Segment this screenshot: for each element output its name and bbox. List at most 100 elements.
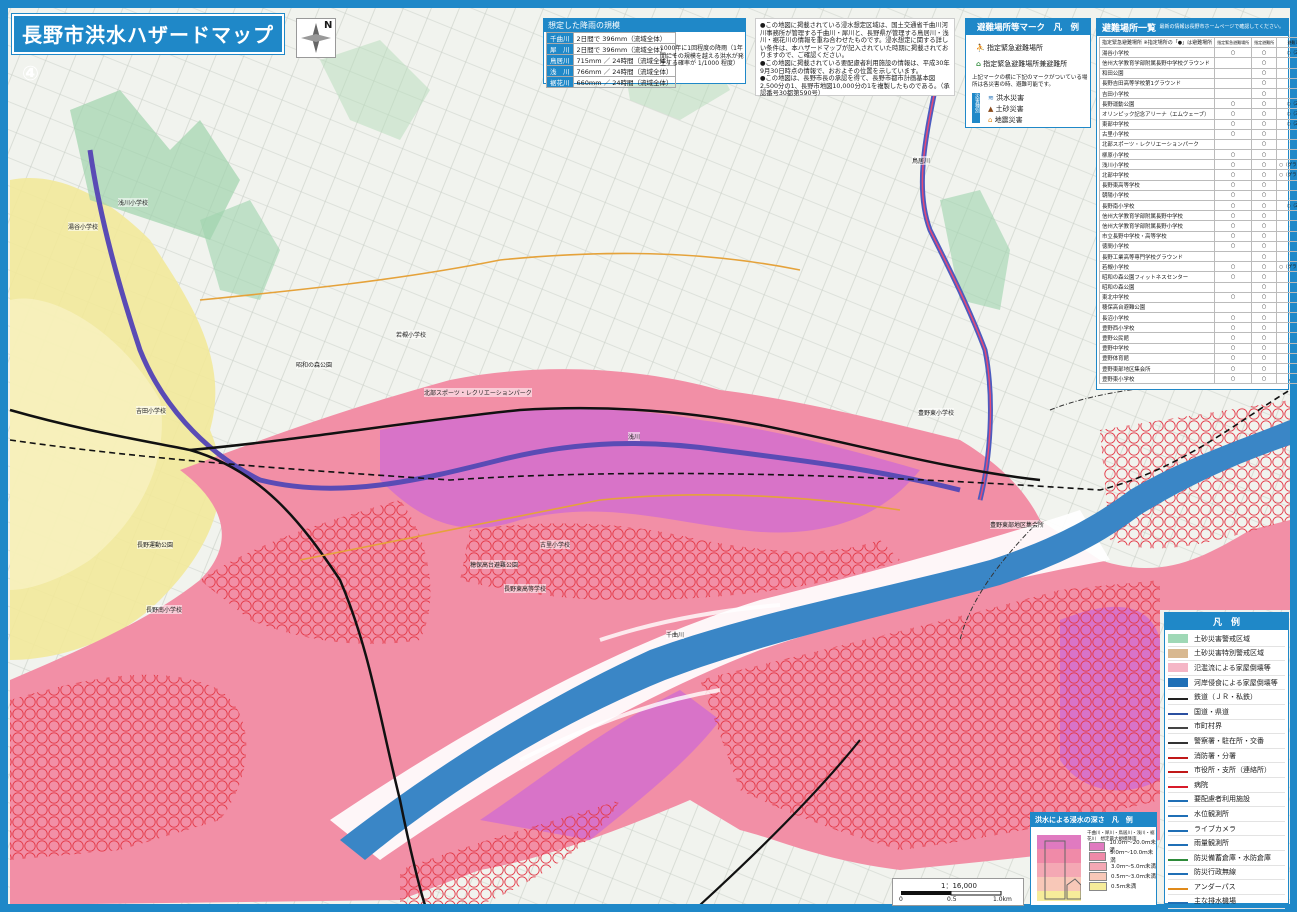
legend-item: 土砂災害特別警戒区域 — [1168, 647, 1285, 662]
table-row[interactable]: 豊野中学校 ○ ○ — [1098, 342, 1297, 354]
rainfall-note: 1000年に1回程度の降雨（1年間にその規模を越える洪水が発生する確率が 1/1… — [660, 45, 744, 67]
shelter-header-row: 指定緊急避難場所 ※指定場所の「●」は避難場所 指定緊急避難場所 指定避難所 避… — [1098, 36, 1297, 49]
table-row[interactable]: オリンピック記念アリーナ（エムウェーブ）○○○（3階以上） — [1098, 108, 1297, 120]
legend-swatch-icon — [1168, 723, 1188, 730]
label-nagano-hs[interactable]: 長野東高等学校 — [504, 584, 547, 593]
shelter-list-panel: 避難場所一覧 最新の情報は長野市ホームページで確認してください。 指定緊急避難場… — [1096, 18, 1297, 390]
disaster-flood: ≋ 洪水災害 — [988, 94, 1025, 102]
north-letter: N — [324, 20, 333, 31]
runner-icon: ⛹ — [976, 44, 985, 52]
label-asakawa-es[interactable]: 浅川小学校 — [118, 198, 149, 207]
label-yoshida[interactable]: 吉田小学校 — [136, 406, 167, 415]
scale-tick: 0 — [899, 896, 903, 903]
scale-tick: 0.5 — [947, 896, 957, 903]
legend-swatch-icon — [1168, 753, 1188, 759]
table-row[interactable]: 昭和の森公園 ○ — [1098, 281, 1297, 293]
table-row: 浅 川 766mm ／ 24時間（流域全体） — [546, 65, 677, 77]
depth-legend-heading: 洪水による浸水の深さ 凡 例 — [1031, 813, 1156, 827]
label-toriigawa: 鳥居川 — [912, 156, 931, 165]
table-row[interactable]: 豊野東小学校○○○ — [1098, 373, 1297, 385]
scale-bar: 1：16,000 0 0.5 1.0km — [892, 878, 1024, 906]
label-chikumagawa: 千曲川 — [666, 630, 685, 639]
table-row: 犀 川 2日間で 396mm（流域全体） — [546, 43, 677, 55]
disaster-earthquake: ⌂ 地震災害 — [988, 116, 1023, 124]
table-row[interactable]: 豊野体育館 ○ ○ — [1098, 352, 1297, 365]
legend-item: 防災行政無線 — [1168, 866, 1285, 881]
legend-item: 警察署・駐在所・交番 — [1168, 734, 1285, 749]
table-row[interactable]: 東北中学校 ○ ○ — [1098, 291, 1297, 303]
table-row: 鳥居川 715mm ／ 24時間（流域全体） — [546, 54, 677, 66]
legend-item: 河岸侵食による家屋倒壊等 — [1168, 676, 1285, 691]
table-row[interactable]: 信州大学教育学部附属長野小学校 ○ ○ — [1098, 220, 1297, 232]
table-row[interactable]: 昭和の森公園フィットネスセンター ○ ○ — [1098, 271, 1297, 283]
label-toyono-east[interactable]: 豊野東部地区集会所 — [990, 520, 1045, 529]
legend-list: 土砂災害警戒区域 土砂災害特別警戒区域 氾濫流による家屋倒壊等 河岸侵食による家屋倒壊… — [1165, 630, 1288, 911]
table-row: 千曲川 2日間で 396mm（流域全体） — [546, 32, 677, 44]
disaster-type-heading: 災害種別 — [972, 93, 980, 123]
label-toyono-es[interactable]: 豊野東小学校 — [918, 408, 955, 417]
evac-legend-item: ⛹ 指定緊急避難場所 — [976, 44, 1043, 52]
legend-swatch-icon — [1168, 796, 1188, 803]
legend-item: 土砂災害警戒区域 — [1168, 632, 1285, 647]
legend-swatch-icon — [1168, 738, 1188, 744]
table-row[interactable]: 古里小学校 ○ ○ — [1098, 128, 1297, 140]
table-row[interactable]: 和田公園 ○ — [1098, 67, 1297, 79]
legend-swatch-icon — [1168, 694, 1188, 701]
notes-panel: ●この地図に掲載されている浸水想定区域は、国土交通省千曲川河川事務所が管理する千… — [755, 18, 955, 97]
legend-swatch-icon — [1168, 811, 1188, 817]
shelter-house-icon: ⌂ — [976, 60, 982, 68]
table-row[interactable]: 長野吉田高等学校第1グラウンド ○ — [1098, 77, 1297, 89]
table-row[interactable]: 徳間小学校○○○ — [1098, 240, 1297, 252]
table-row[interactable]: 豊野西小学校 ○ ○ — [1098, 322, 1297, 334]
table-row[interactable]: 市立長野中学校・高等学校 ○ ○ — [1098, 230, 1297, 242]
depth-level: 0.5ｍ未満 — [1089, 881, 1156, 891]
table-row[interactable]: 北部中学校○○○（グラウンド除く） — [1098, 169, 1297, 181]
map-legend: 凡 例 土砂災害警戒区域 土砂災害特別警戒区域 氾濫流による家屋倒壊等 河岸侵食による… — [1164, 612, 1289, 910]
table-row[interactable]: 信州大学教育学部附属長野中学校 ○ ○ — [1098, 210, 1297, 222]
table-row[interactable]: 長野南小学校○○○（2階以上） — [1098, 199, 1297, 212]
table-row[interactable]: 信州大学教育学部附属長野中学校グラウンド ○ — [1098, 57, 1297, 69]
legend-item: 鉄道（ＪＲ・私鉄） — [1168, 690, 1285, 705]
table-row: 裾花川 660mm ／ 24時間（流域全体） — [546, 76, 677, 88]
label-koriyama[interactable]: 古里小学校 — [540, 540, 571, 549]
table-row[interactable]: 若槻小学校○○○（グラウンド除く） — [1098, 261, 1297, 273]
legend-swatch-icon — [1168, 678, 1188, 688]
scale-ratio: 1：16,000 — [941, 882, 977, 890]
legend-item: 病院 — [1168, 778, 1285, 793]
table-row[interactable]: 豊野東部地区集会所 ○ ○ — [1098, 362, 1297, 375]
table-row[interactable]: 長野東高等学校 ○ ○ — [1098, 179, 1297, 191]
legend-item: 要配慮者利用施設 — [1168, 793, 1285, 808]
table-row[interactable]: 長沼小学校 ○ ○ — [1098, 312, 1297, 324]
legend-item: 氾濫流による家屋倒壊等 — [1168, 661, 1285, 676]
legend-swatch-icon — [1168, 869, 1188, 876]
label-hokubu-park[interactable]: 北部スポーツ・レクリエーションパーク — [424, 388, 532, 397]
label-asakawa: 浅川 — [628, 432, 641, 441]
depth-level: 0.5ｍ〜3.0ｍ未満 — [1089, 871, 1156, 881]
table-row[interactable]: 浅川小学校○○○（グラウンド除く） — [1098, 159, 1297, 171]
label-yutani[interactable]: 湯谷小学校 — [68, 222, 99, 231]
table-row[interactable]: 豊野公民館 ○ ○ — [1098, 332, 1297, 344]
table-row[interactable]: 長野運動公園○○○（2階以上） — [1098, 98, 1297, 110]
label-undo-koen[interactable]: 長野運動公園 — [137, 540, 174, 549]
table-row[interactable]: 長野工業高等専門学校グラウンド ○ — [1098, 250, 1297, 263]
table-row[interactable]: 穂保高台避難公園 ○ — [1098, 301, 1297, 314]
label-nagano-south[interactable]: 長野南小学校 — [146, 605, 183, 614]
table-row[interactable]: 朝陽小学校 ○ ○ — [1098, 189, 1297, 202]
table-row[interactable]: 東部中学校○○○（2階以上） — [1098, 118, 1297, 130]
north-arrow: N — [296, 18, 336, 58]
rainfall-panel: 想定した降雨の規模 千曲川 2日間で 396mm（流域全体） 犀 川 2日間で 39… — [543, 18, 746, 88]
depth-level: 5.0ｍ〜10.0ｍ未満 — [1089, 850, 1156, 864]
table-row[interactable]: 湯谷小学校○○○（2階以上） — [1098, 47, 1297, 59]
legend-swatch-icon — [1168, 782, 1188, 788]
evac-legend-item: ⌂ 指定緊急避難場所兼避難所 — [976, 60, 1068, 68]
evac-legend-heading: 避難場所等マーク 凡 例 — [966, 19, 1090, 35]
label-showa[interactable]: 昭和の森公園 — [296, 360, 333, 369]
label-hoho-koen[interactable]: 穂保高台避難公園 — [470, 560, 519, 569]
table-row[interactable]: 北部スポーツ・レクリエーションパーク ○ — [1098, 138, 1297, 151]
building-depth-icon — [1037, 835, 1081, 901]
label-wakatsuki[interactable]: 若槻小学校 — [396, 330, 427, 339]
table-row[interactable]: 吉田小学校 ○ — [1098, 87, 1297, 100]
depth-level-list: 10.0ｍ〜20.0ｍ未満 5.0ｍ〜10.0ｍ未満 3.0ｍ〜5.0ｍ未満 0… — [1089, 840, 1156, 891]
table-row[interactable]: 柳原小学校 ○ ○ — [1098, 149, 1297, 161]
legend-item: 雨量観測所 — [1168, 836, 1285, 851]
